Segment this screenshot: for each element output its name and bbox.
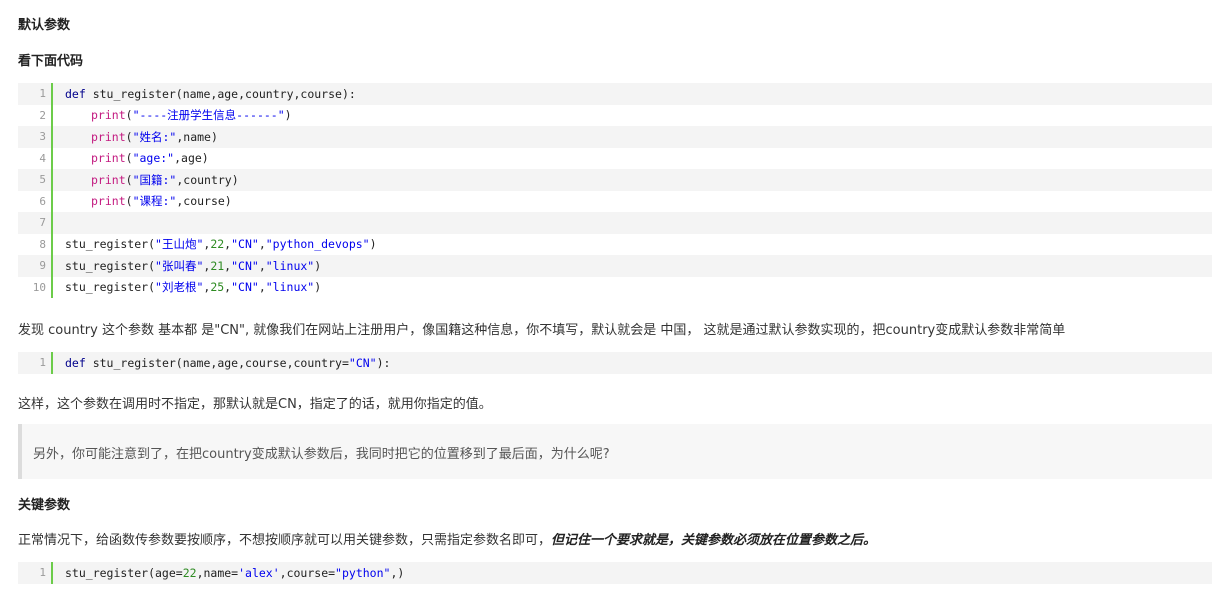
line-number: 1	[39, 356, 46, 370]
code-line: 8 stu_register("王山炮",22,"CN","python_dev…	[18, 233, 1212, 255]
string-token: "CN"	[231, 237, 259, 252]
code-text: ,name)	[176, 129, 218, 144]
code-text: ,name=	[196, 565, 239, 580]
keyword-token: def	[65, 86, 86, 101]
string-token: "python"	[335, 565, 391, 580]
code-text: )	[314, 280, 322, 295]
builtin-token: print	[91, 194, 126, 209]
string-token: 'alex'	[238, 565, 280, 580]
line-number: 4	[39, 151, 46, 165]
keyword-token: def	[65, 355, 86, 370]
code-line: 7	[18, 212, 1212, 234]
paragraph-default-explanation: 这样，这个参数在调用时不指定，那默认就是CN，指定了的话，就用你指定的值。	[18, 397, 492, 412]
string-token: "刘老根"	[155, 280, 204, 295]
number-token: 22	[210, 237, 225, 252]
code-text: ,)	[390, 565, 405, 580]
code-line: 5 print("国籍:",country)	[18, 169, 1212, 191]
code-text: (	[125, 194, 133, 209]
code-line: 1 def stu_register(name,age,course,count…	[18, 352, 1212, 374]
code-line: 9 stu_register("张叫春",21,"CN","linux")	[18, 255, 1212, 277]
string-token: "王山炮"	[155, 237, 204, 252]
string-token: "CN"	[231, 258, 259, 273]
code-text: (	[125, 172, 133, 187]
string-token: "国籍:"	[132, 172, 177, 187]
code-text: stu_register(	[65, 258, 156, 273]
code-text: stu_register(name,age,course,country=	[85, 355, 349, 370]
string-token: "姓名:"	[132, 129, 177, 144]
code-line: 1 stu_register(age=22,name='alex',course…	[18, 562, 1212, 584]
code-text: ,country)	[176, 172, 239, 187]
blockquote-text: 另外，你可能注意到了，在把country变成默认参数后，我同时把它的位置移到了最…	[33, 447, 610, 462]
code-line: 10 stu_register("刘老根",25,"CN","linux")	[18, 276, 1212, 298]
builtin-token: print	[91, 172, 126, 187]
line-number: 7	[39, 216, 46, 230]
emphasis-text: 但记住一个要求就是，关键参数必须放在位置参数之后。	[551, 533, 877, 548]
code-text: stu_register(name,age,country,course):	[85, 86, 356, 101]
code-text: ,course)	[176, 194, 232, 209]
code-text: stu_register(	[65, 237, 156, 252]
string-token: "linux"	[265, 280, 315, 295]
paragraph-text: 正常情况下，给函数传参数要按顺序，不想按顺序就可以用关键参数，只需指定参数名即可…	[18, 533, 552, 548]
code-text: )	[314, 258, 322, 273]
line-number: 9	[39, 259, 46, 273]
code-line: 2 print("----注册学生信息------")	[18, 104, 1212, 126]
string-token: "----注册学生信息------"	[132, 108, 285, 123]
builtin-token: print	[91, 151, 126, 166]
code-text: )	[284, 108, 292, 123]
code-line: 6 print("课程:",course)	[18, 190, 1212, 212]
code-text: (	[125, 129, 133, 144]
line-number: 1	[39, 566, 46, 580]
code-line: 3 print("姓名:",name)	[18, 126, 1212, 148]
builtin-token: print	[91, 108, 126, 123]
line-number: 3	[39, 130, 46, 144]
blockquote-note: 另外，你可能注意到了，在把country变成默认参数后，我同时把它的位置移到了最…	[18, 424, 1212, 479]
code-text: ,age)	[174, 151, 209, 166]
string-token: "linux"	[265, 258, 315, 273]
string-token: "age:"	[132, 151, 175, 166]
code-line: 1 def stu_register(name,age,country,cour…	[18, 83, 1212, 105]
code-text: ,course=	[279, 565, 336, 580]
code-block-default-param: 1 def stu_register(name,age,course,count…	[18, 352, 1212, 374]
paragraph-keyword-params: 正常情况下，给函数传参数要按顺序，不想按顺序就可以用关键参数，只需指定参数名即可…	[18, 529, 876, 548]
section-heading-keyword-params: 关键参数	[18, 498, 71, 513]
section-heading-default-params: 默认参数	[18, 18, 71, 33]
code-text: stu_register(age=	[65, 565, 183, 580]
code-text: ,	[258, 280, 266, 295]
number-token: 21	[210, 258, 225, 273]
string-token: "CN"	[231, 280, 259, 295]
code-text: ,	[258, 237, 266, 252]
number-token: 25	[210, 280, 225, 295]
code-text: ):	[376, 355, 391, 370]
line-number: 10	[32, 280, 46, 294]
code-text: (	[125, 108, 133, 123]
code-line: 4 print("age:",age)	[18, 147, 1212, 169]
line-number: 5	[39, 173, 46, 187]
line-number: 1	[39, 87, 46, 101]
code-text: stu_register(	[65, 280, 156, 295]
line-number: 2	[39, 108, 46, 122]
subheading-see-code: 看下面代码	[18, 54, 84, 69]
number-token: 22	[182, 565, 197, 580]
string-token: "张叫春"	[155, 258, 204, 273]
code-block-register-function: 1 def stu_register(name,age,country,cour…	[18, 83, 1212, 298]
string-token: "课程:"	[132, 194, 177, 209]
code-text: (	[125, 151, 133, 166]
string-token: "python_devops"	[265, 237, 370, 252]
code-text: )	[369, 237, 377, 252]
code-text: ,	[258, 258, 266, 273]
paragraph-country-default: 发现 country 这个参数 基本都 是"CN", 就像我们在网站上注册用户，…	[18, 323, 1066, 338]
line-number: 8	[39, 237, 46, 251]
builtin-token: print	[91, 129, 126, 144]
line-number: 6	[39, 194, 46, 208]
string-token: "CN"	[348, 355, 377, 370]
code-block-keyword-call: 1 stu_register(age=22,name='alex',course…	[18, 562, 1212, 584]
